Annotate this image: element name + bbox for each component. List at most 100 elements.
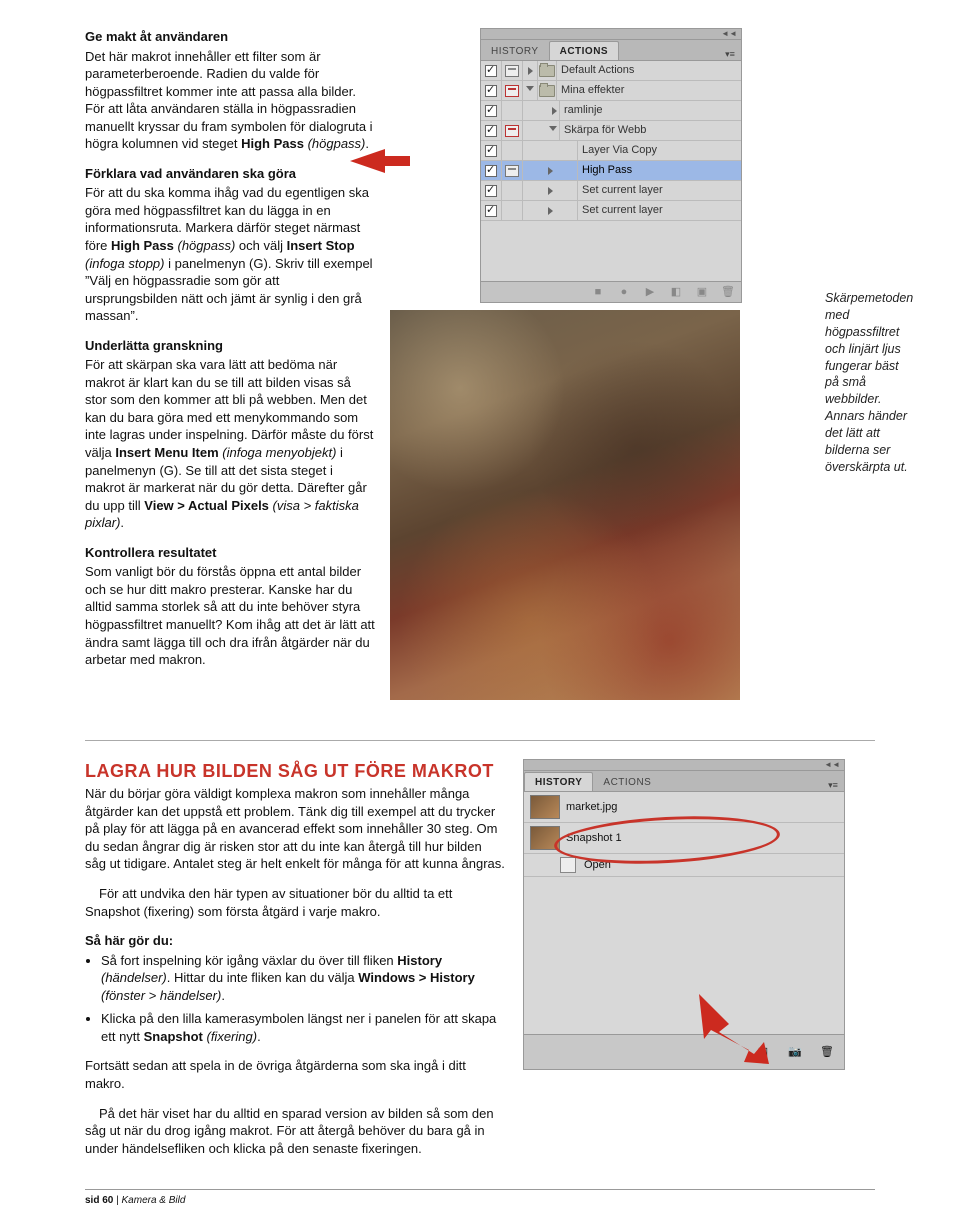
snapshot-camera-icon[interactable]: 📷 xyxy=(788,1045,802,1059)
toggle-check-icon[interactable] xyxy=(485,85,497,97)
red-arrow-annotation xyxy=(699,994,789,1064)
section-rule xyxy=(85,740,875,741)
box-title: Lagra hur bilden såg ut före makrot xyxy=(85,759,505,783)
panel-collapse-icon[interactable]: ◄◄ xyxy=(481,29,741,40)
bold: Windows > History xyxy=(358,970,475,985)
folder-icon xyxy=(539,65,555,77)
thumbnail-icon xyxy=(530,826,560,850)
page-number: sid 60 xyxy=(85,1195,113,1206)
bold: High Pass xyxy=(111,238,174,253)
panel-menu-icon[interactable]: ▾≡ xyxy=(822,779,844,791)
page-footer: sid 60 | Kamera & Bild xyxy=(85,1189,875,1208)
toggle-check-icon[interactable] xyxy=(485,145,497,157)
trash-icon[interactable]: 🗑 xyxy=(721,285,735,299)
bold: Insert Menu Item xyxy=(115,445,218,460)
action-set-mina[interactable]: Mina effekter xyxy=(481,81,741,101)
box-p2: För att undvika den här typen av situati… xyxy=(85,885,505,920)
disclosure-icon[interactable] xyxy=(548,167,553,175)
toggle-check-icon[interactable] xyxy=(485,205,497,217)
state-icon xyxy=(560,857,576,873)
action-step-highpass[interactable]: High Pass xyxy=(481,161,741,181)
trash-icon[interactable]: 🗑 xyxy=(820,1045,834,1059)
heading-underlatta: Underlätta granskning xyxy=(85,337,375,355)
history-label: market.jpg xyxy=(566,800,617,815)
italic: (högpass) xyxy=(174,238,235,253)
history-panel: ◄◄ HISTORY ACTIONS ▾≡ market.jpg Snapsho… xyxy=(523,759,845,1070)
action-skarpa[interactable]: Skärpa för Webb xyxy=(481,121,741,141)
action-label: Mina effekter xyxy=(557,83,741,98)
action-step-layer[interactable]: Layer Via Copy xyxy=(481,141,741,161)
action-label: Set current layer xyxy=(578,203,741,218)
action-label: Default Actions xyxy=(557,63,741,78)
panel-tabs: HISTORY ACTIONS ▾≡ xyxy=(524,771,844,792)
para-kontrollera: Som vanligt bör du förstås öppna ett ant… xyxy=(85,563,375,668)
heading-ge-makt: Ge makt åt användaren xyxy=(85,28,375,46)
action-label: High Pass xyxy=(578,163,741,178)
dialog-toggle-icon[interactable] xyxy=(505,65,519,77)
action-step-set1[interactable]: Set current layer xyxy=(481,181,741,201)
history-label: Open xyxy=(584,858,611,873)
box-p3: Fortsätt sedan att spela in de övriga åt… xyxy=(85,1057,505,1092)
italic: (händelser) xyxy=(101,970,167,985)
panel-collapse-icon[interactable]: ◄◄ xyxy=(524,760,844,771)
toggle-check-icon[interactable] xyxy=(485,165,497,177)
para-ge-makt: Det här makrot innehåller ett filter som… xyxy=(85,48,375,153)
box-list: Så fort inspelning kör igång växlar du ö… xyxy=(85,952,505,1046)
disclosure-icon[interactable] xyxy=(528,67,533,75)
bold: Snapshot xyxy=(144,1029,203,1044)
tab-actions[interactable]: ACTIONS xyxy=(549,41,620,61)
action-ramlinje[interactable]: ramlinje xyxy=(481,101,741,121)
action-label: Skärpa för Webb xyxy=(560,123,741,138)
new-set-icon[interactable]: ◧ xyxy=(669,285,683,299)
stop-icon[interactable]: ■ xyxy=(591,285,605,299)
dialog-toggle-icon[interactable] xyxy=(505,165,519,177)
action-label: ramlinje xyxy=(560,103,741,118)
disclosure-icon[interactable] xyxy=(548,187,553,195)
text: och välj xyxy=(235,238,286,253)
bold: High Pass xyxy=(241,136,304,151)
history-label: Snapshot 1 xyxy=(566,831,622,846)
heading-kontrollera: Kontrollera resultatet xyxy=(85,544,375,562)
tab-history[interactable]: HISTORY xyxy=(524,772,593,792)
red-arrow-annotation xyxy=(350,146,410,176)
toggle-check-icon[interactable] xyxy=(485,125,497,137)
thumbnail-icon xyxy=(530,795,560,819)
folder-icon xyxy=(539,85,555,97)
dialog-toggle-icon[interactable] xyxy=(505,125,519,137)
text: . Hittar du inte fliken kan du välja xyxy=(167,970,359,985)
list-item: Så fort inspelning kör igång växlar du ö… xyxy=(101,952,505,1005)
toggle-check-icon[interactable] xyxy=(485,65,497,77)
photo-caption: Skärpemetoden med högpassfiltret och lin… xyxy=(825,290,913,476)
history-source[interactable]: market.jpg xyxy=(524,792,844,823)
action-step-set2[interactable]: Set current layer xyxy=(481,201,741,221)
actions-panel-footer: ■ ● ▶ ◧ ▣ 🗑 xyxy=(481,281,741,302)
play-icon[interactable]: ▶ xyxy=(643,285,657,299)
history-snapshot[interactable]: Snapshot 1 xyxy=(524,823,844,854)
bold: History xyxy=(397,953,442,968)
tab-actions[interactable]: ACTIONS xyxy=(593,773,661,792)
action-set-default[interactable]: Default Actions xyxy=(481,61,741,81)
action-label: Layer Via Copy xyxy=(578,143,741,158)
actions-list: Default Actions Mina effekter xyxy=(481,61,741,281)
action-label: Set current layer xyxy=(578,183,741,198)
toggle-check-icon[interactable] xyxy=(485,185,497,197)
disclosure-icon[interactable] xyxy=(549,126,557,135)
box-howto: Så här gör du: xyxy=(85,933,173,948)
italic: (infoga menyobjekt) xyxy=(219,445,337,460)
history-state-open[interactable]: Open xyxy=(524,854,844,877)
disclosure-icon[interactable] xyxy=(526,86,534,95)
disclosure-icon[interactable] xyxy=(548,207,553,215)
text: Så fort inspelning kör igång växlar du ö… xyxy=(101,953,397,968)
disclosure-icon[interactable] xyxy=(552,107,557,115)
new-action-icon[interactable]: ▣ xyxy=(695,285,709,299)
toggle-check-icon[interactable] xyxy=(485,105,497,117)
magazine-name: Kamera & Bild xyxy=(122,1195,186,1206)
panel-menu-icon[interactable]: ▾≡ xyxy=(719,48,741,60)
record-icon[interactable]: ● xyxy=(617,285,631,299)
list-item: Klicka på den lilla kamerasymbolen längs… xyxy=(101,1010,505,1045)
dialog-toggle-icon[interactable] xyxy=(505,85,519,97)
panel-tabs: HISTORY ACTIONS ▾≡ xyxy=(481,40,741,61)
tab-history[interactable]: HISTORY xyxy=(481,42,549,61)
actions-panel: ◄◄ HISTORY ACTIONS ▾≡ Default Actions xyxy=(480,28,742,303)
history-footer: ▣ 📷 🗑 xyxy=(524,1034,844,1069)
